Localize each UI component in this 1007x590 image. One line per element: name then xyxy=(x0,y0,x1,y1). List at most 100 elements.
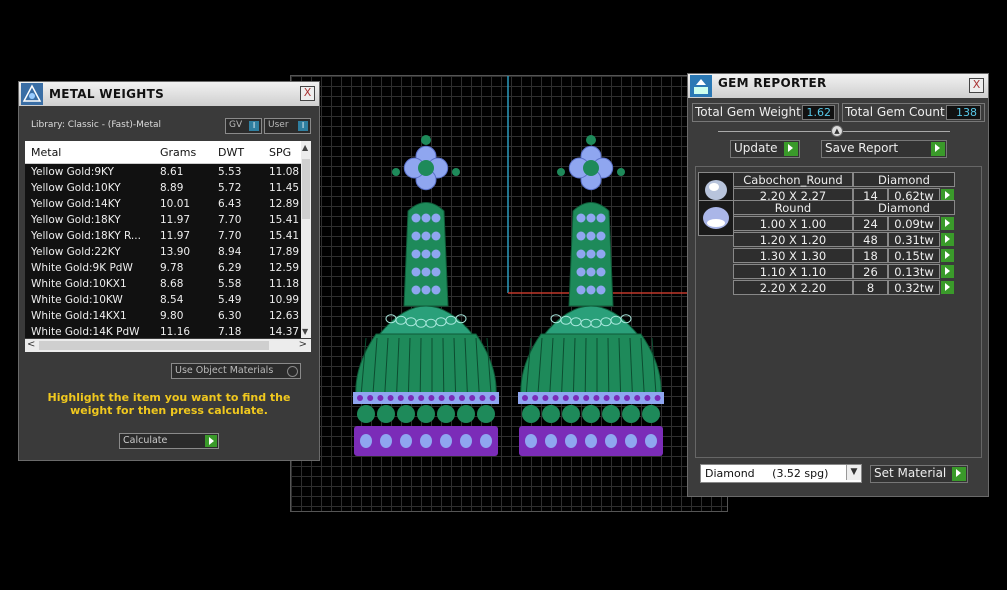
horizontal-scrollbar[interactable]: < > xyxy=(25,339,311,352)
radio-circle-icon xyxy=(287,366,298,377)
gem-weight-cell: 0.13tw xyxy=(888,264,940,279)
table-row[interactable]: White Gold:14KX1 9.80 6.30 12.63 xyxy=(25,308,301,325)
metal-table-header: Metal Grams DWT SPG xyxy=(25,141,301,164)
earring-right xyxy=(518,135,664,456)
total-weight-label: Total Gem Weight xyxy=(695,105,801,119)
table-cell: 5.49 xyxy=(218,294,242,306)
select-gems-arrow-icon[interactable] xyxy=(941,265,954,278)
instruction-text: Highlight the item you want to find the … xyxy=(47,391,291,417)
table-cell: White Gold:10KW xyxy=(31,294,123,306)
table-row[interactable]: Yellow Gold:18KY 11.97 7.70 15.41 xyxy=(25,212,301,229)
table-cell: 8.89 xyxy=(160,182,184,194)
update-button[interactable]: Update xyxy=(730,140,800,158)
gv-toggle-indicator: I xyxy=(249,121,259,131)
col-header-dwt[interactable]: DWT xyxy=(218,146,244,159)
gem-size-cell: 1.10 X 1.10 xyxy=(733,264,853,279)
gem-reporter-titlebar[interactable]: GEM REPORTER X xyxy=(688,74,988,98)
scrollbar-thumb[interactable] xyxy=(302,159,310,219)
user-toggle[interactable]: User I xyxy=(264,118,311,134)
gem-material-header: Diamond xyxy=(853,172,955,187)
table-cell: White Gold:14K PdW xyxy=(31,326,140,338)
metal-weights-app-icon xyxy=(21,83,43,105)
earring-model-view xyxy=(353,76,687,456)
select-gems-arrow-icon[interactable] xyxy=(941,281,954,294)
table-row[interactable]: White Gold:10KW 8.54 5.49 10.99 xyxy=(25,292,301,309)
gv-toggle[interactable]: GV I xyxy=(225,118,262,134)
table-cell: 10.01 xyxy=(160,198,191,210)
calculate-button[interactable]: Calculate xyxy=(119,433,219,449)
metal-weights-panel: METAL WEIGHTS X Library: Classic - (Fast… xyxy=(18,81,320,461)
gem-count-cell: 24 xyxy=(853,216,888,231)
table-cell: 11.97 xyxy=(160,230,191,242)
gem-count-cell: 48 xyxy=(853,232,888,247)
metal-weights-title: METAL WEIGHTS xyxy=(49,87,165,101)
table-cell: 11.45 xyxy=(269,182,300,194)
gem-shape-header: Round xyxy=(733,200,853,215)
save-report-button[interactable]: Save Report xyxy=(821,140,947,158)
set-material-label: Set Material xyxy=(874,466,947,480)
table-row[interactable]: Yellow Gold:14KY 10.01 6.43 12.89 xyxy=(25,196,301,213)
table-cell: 12.89 xyxy=(269,198,300,210)
table-cell: 13.90 xyxy=(160,246,191,258)
table-row[interactable]: White Gold:10KX1 8.68 5.58 11.18 xyxy=(25,276,301,293)
select-gems-arrow-icon[interactable] xyxy=(941,217,954,230)
play-arrow-icon xyxy=(784,142,798,156)
user-toggle-label: User xyxy=(268,120,289,130)
select-gems-arrow-icon[interactable] xyxy=(941,233,954,246)
table-cell: 6.30 xyxy=(218,310,242,322)
chevron-down-icon[interactable]: ▼ xyxy=(846,465,861,480)
scroll-right-icon[interactable]: > xyxy=(299,339,307,350)
set-material-button[interactable]: Set Material xyxy=(870,465,968,483)
table-cell: 14.37 xyxy=(269,326,300,338)
table-cell: 5.72 xyxy=(218,182,242,194)
gem-weight-cell: 0.15tw xyxy=(888,248,940,263)
3d-viewport[interactable] xyxy=(290,75,728,512)
table-cell: 11.18 xyxy=(269,278,300,290)
gem-count-cell: 8 xyxy=(853,280,888,295)
table-cell: 15.41 xyxy=(269,214,300,226)
close-icon[interactable]: X xyxy=(969,78,984,93)
table-cell: 8.68 xyxy=(160,278,184,290)
col-header-grams[interactable]: Grams xyxy=(160,146,196,159)
table-cell: 8.54 xyxy=(160,294,184,306)
play-arrow-icon xyxy=(952,467,966,481)
metal-weights-titlebar[interactable]: METAL WEIGHTS X xyxy=(19,82,319,106)
table-cell: 7.18 xyxy=(218,326,242,338)
col-header-metal[interactable]: Metal xyxy=(31,146,61,159)
table-cell: Yellow Gold:14KY xyxy=(31,198,121,210)
table-cell: 15.41 xyxy=(269,230,300,242)
table-row[interactable]: White Gold:9K PdW 9.78 6.29 12.59 xyxy=(25,260,301,277)
table-row[interactable]: Yellow Gold:10KY 8.89 5.72 11.45 xyxy=(25,180,301,197)
hscrollbar-thumb[interactable] xyxy=(39,341,269,350)
gem-reporter-app-icon xyxy=(690,75,712,97)
material-select[interactable]: Diamond (3.52 spg) ▼ xyxy=(700,464,862,483)
update-label: Update xyxy=(734,141,778,155)
use-object-materials-toggle[interactable]: Use Object Materials xyxy=(171,363,301,379)
scroll-left-icon[interactable]: < xyxy=(27,339,35,350)
table-cell: Yellow Gold:10KY xyxy=(31,182,121,194)
table-row[interactable]: White Gold:14K PdW 11.16 7.18 14.37 xyxy=(25,324,301,338)
table-row[interactable]: Yellow Gold:18KY R... 11.97 7.70 15.41 xyxy=(25,228,301,245)
vertical-scrollbar[interactable]: ▲ ▼ xyxy=(301,141,311,338)
table-cell: 7.70 xyxy=(218,214,242,226)
splitter-handle-icon[interactable]: ▲ xyxy=(831,125,843,137)
gv-toggle-label: GV xyxy=(229,120,243,130)
scroll-up-icon[interactable]: ▲ xyxy=(302,143,308,152)
table-cell: 5.58 xyxy=(218,278,242,290)
close-icon[interactable]: X xyxy=(300,86,315,101)
table-cell: 11.16 xyxy=(160,326,191,338)
table-cell: 11.97 xyxy=(160,214,191,226)
table-cell: 5.53 xyxy=(218,166,242,178)
table-cell: 7.70 xyxy=(218,230,242,242)
table-cell: Yellow Gold:9KY xyxy=(31,166,114,178)
gem-size-cell: 1.20 X 1.20 xyxy=(733,232,853,247)
total-count-value: 138 xyxy=(946,105,981,120)
select-gems-arrow-icon[interactable] xyxy=(941,249,954,262)
scroll-down-icon[interactable]: ▼ xyxy=(302,327,308,336)
calculate-label: Calculate xyxy=(123,435,168,446)
table-row[interactable]: Yellow Gold:9KY 8.61 5.53 11.08 xyxy=(25,164,301,181)
table-row[interactable]: Yellow Gold:22KY 13.90 8.94 17.89 xyxy=(25,244,301,261)
gem-list: Cabochon_Round Diamond 2.20 X 2.27 14 0.62tw… xyxy=(695,166,982,458)
table-cell: 11.08 xyxy=(269,166,300,178)
col-header-spg[interactable]: SPG xyxy=(269,146,291,159)
